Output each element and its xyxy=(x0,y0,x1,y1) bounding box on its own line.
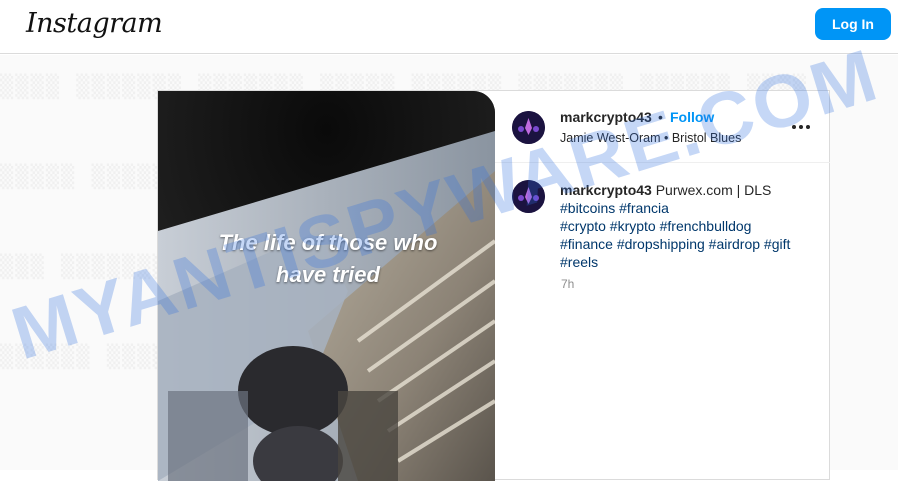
caption-username[interactable]: markcrypto43 xyxy=(560,182,652,198)
follow-button[interactable]: Follow xyxy=(670,109,714,125)
top-navigation-bar: Instagram Log In xyxy=(0,0,898,54)
author-username[interactable]: markcrypto43 xyxy=(560,109,652,125)
hashtags-line[interactable]: #crypto #krypto #frenchbulldog xyxy=(560,217,815,235)
audio-artist: Jamie West-Oram xyxy=(560,131,661,145)
post-header: markcrypto43 • Follow Jamie West-Oram • … xyxy=(495,91,830,163)
post-sidebar: markcrypto43 • Follow Jamie West-Oram • … xyxy=(495,91,830,481)
post-card: The life of those who have tried markcry… xyxy=(157,90,830,481)
audio-info[interactable]: Jamie West-Oram • Bristol Blues xyxy=(560,131,741,145)
author-avatar[interactable] xyxy=(512,111,545,144)
avatar-icon xyxy=(512,180,545,213)
hashtags-line[interactable]: #finance #dropshipping #airdrop #gift xyxy=(560,235,815,253)
separator-dot: • xyxy=(658,109,663,125)
audio-track: Bristol Blues xyxy=(671,131,742,145)
hashtags-line[interactable]: #bitcoins #francia xyxy=(560,199,815,217)
hashtags-line[interactable]: #reels xyxy=(560,253,815,271)
login-button[interactable]: Log In xyxy=(815,8,891,40)
post-video[interactable]: The life of those who have tried xyxy=(158,91,495,481)
caption-text: Purwex.com | DLS xyxy=(655,182,772,198)
post-timestamp[interactable]: 7h xyxy=(561,277,574,291)
overlay-line: The life of those who xyxy=(218,230,438,255)
instagram-logo[interactable]: Instagram xyxy=(26,8,163,39)
audio-separator: • xyxy=(663,131,669,145)
post-caption: markcrypto43 Purwex.com | DLS #bitcoins … xyxy=(560,181,815,271)
more-options-icon[interactable] xyxy=(791,117,811,137)
video-text-overlay: The life of those who have tried xyxy=(188,227,468,291)
caption-avatar[interactable] xyxy=(512,180,545,213)
overlay-line: have tried xyxy=(276,262,380,287)
avatar-icon xyxy=(512,111,545,144)
